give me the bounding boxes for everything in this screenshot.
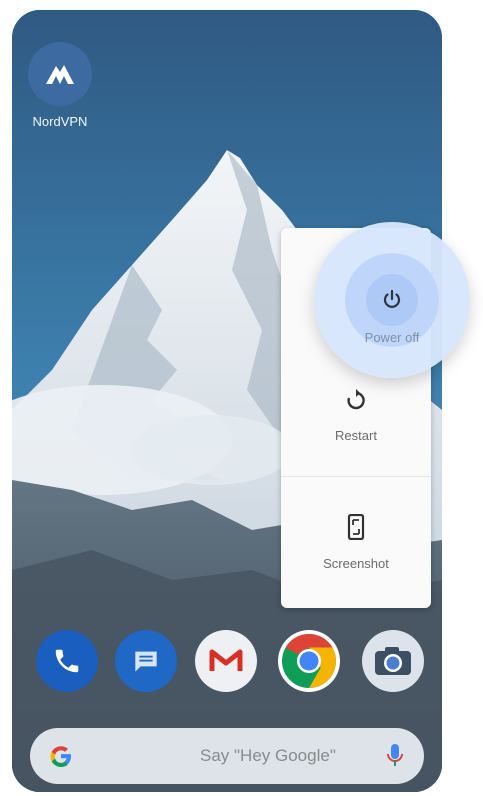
gmail-app-icon[interactable]: [195, 630, 257, 692]
messages-app-icon[interactable]: [115, 630, 177, 692]
gmail-icon: [209, 649, 243, 671]
screenshot-button[interactable]: Screenshot: [281, 514, 431, 571]
microphone-icon[interactable]: [386, 742, 404, 770]
phone-app-icon[interactable]: [36, 630, 98, 692]
restart-button[interactable]: Restart: [281, 388, 431, 443]
restart-label: Restart: [335, 428, 377, 443]
phone-icon: [55, 649, 79, 673]
nordvpn-app-icon[interactable]: [28, 42, 92, 106]
camera-icon: [375, 647, 411, 675]
camera-app-icon[interactable]: [362, 630, 424, 692]
screenshot-icon: [347, 514, 365, 540]
search-placeholder: Say "Hey Google": [200, 746, 336, 765]
screenshot-label: Screenshot: [323, 556, 389, 571]
power-off-core: [366, 274, 418, 326]
nordvpn-app-label: NordVPN: [32, 114, 88, 129]
restart-icon: [347, 389, 365, 410]
power-icon: [383, 289, 401, 308]
google-search-bar[interactable]: Say "Hey Google": [30, 728, 424, 784]
nordvpn-logo-icon: [39, 53, 81, 95]
messages-icon: [135, 651, 157, 672]
chrome-app-icon[interactable]: [278, 630, 340, 692]
google-g-icon: [50, 746, 71, 767]
chrome-icon: [282, 634, 337, 688]
power-off-label: Power off: [364, 330, 420, 345]
menu-divider: [281, 476, 431, 477]
